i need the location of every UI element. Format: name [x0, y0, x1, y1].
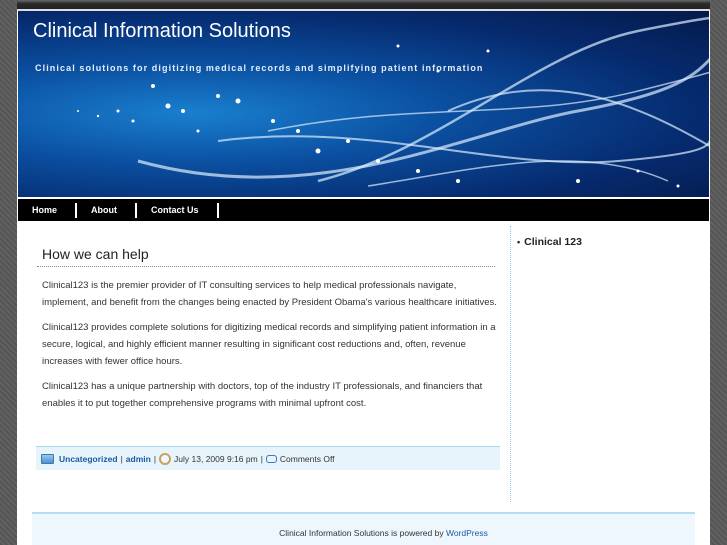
nav-about[interactable]: About	[77, 202, 138, 218]
page-container: Clinical Information Solutions Clinical …	[17, 0, 710, 545]
footer: Clinical Information Solutions is powere…	[32, 512, 695, 545]
comment-icon	[265, 454, 277, 463]
top-bar	[17, 0, 710, 11]
bullet-icon: •	[517, 237, 521, 247]
clock-icon	[159, 452, 172, 465]
nav-contact-us[interactable]: Contact Us	[137, 202, 219, 218]
separator: |	[120, 453, 123, 464]
site-title[interactable]: Clinical Information Solutions	[33, 20, 291, 43]
comments-status: Comments Off	[279, 453, 335, 464]
site-tagline: Clinical solutions for digitizing medica…	[35, 63, 484, 73]
wordpress-link[interactable]: WordPress	[446, 528, 488, 538]
post-body: Clinical123 is the premier provider of I…	[37, 277, 497, 412]
sidebar-item-clinical-123[interactable]: Clinical 123	[524, 236, 582, 248]
post-paragraph: Clinical123 has a unique partnership wit…	[42, 381, 483, 409]
header-banner: Clinical Information Solutions Clinical …	[18, 11, 709, 197]
post-meta: Uncategorized | admin | July 13, 2009 9:…	[36, 446, 500, 470]
post-paragraph: Clinical123 is the premier provider of I…	[42, 280, 497, 308]
post-title[interactable]: How we can help	[37, 232, 495, 267]
folder-icon	[41, 453, 54, 464]
post: How we can help Clinical123 is the premi…	[37, 232, 497, 420]
post-paragraph: Clinical123 provides complete solutions …	[42, 322, 496, 367]
sidebar: • Clinical 123	[517, 236, 582, 248]
sidebar-divider	[510, 226, 511, 502]
separator: |	[153, 453, 157, 464]
footer-text: Clinical Information Solutions is powere…	[279, 528, 444, 538]
main-nav: Home About Contact Us	[18, 199, 709, 221]
separator: |	[260, 453, 263, 464]
post-date: July 13, 2009 9:16 pm	[174, 453, 258, 464]
nav-home[interactable]: Home	[18, 202, 78, 218]
category-link[interactable]: Uncategorized	[59, 454, 118, 464]
author-link[interactable]: admin	[126, 454, 151, 464]
